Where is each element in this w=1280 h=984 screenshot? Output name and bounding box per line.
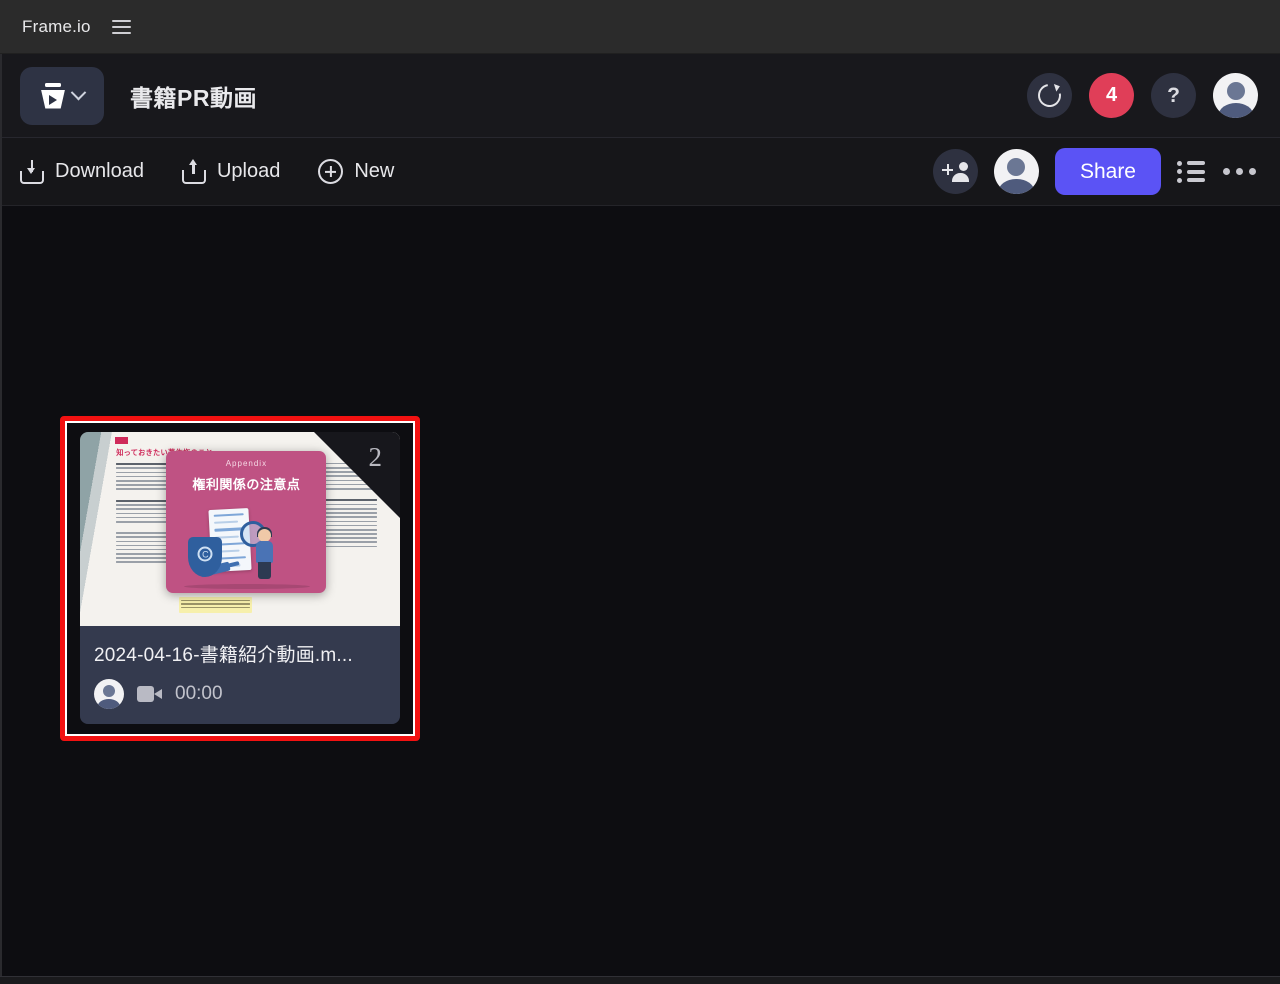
asset-card-footer: 2024-04-16-書籍紹介動画.m... 00:00	[80, 626, 400, 724]
bottom-edge-border	[0, 976, 1280, 984]
toolbar-right-actions: Share	[932, 147, 1258, 196]
header-actions: 4 ?	[1027, 73, 1258, 118]
asset-filename: 2024-04-16-書籍紹介動画.m...	[94, 645, 353, 666]
upload-icon	[181, 159, 206, 184]
page-tag	[115, 436, 129, 444]
notifications-badge[interactable]: 4	[1089, 73, 1134, 118]
page-highlight-box	[179, 597, 252, 614]
frameio-app-window: Frame.io 書籍PR動画 4 ? Download Upload New …	[0, 0, 1280, 984]
avatar	[94, 679, 124, 709]
asset-thumbnail: 知っておきたい著作権のこと Appendix 権利関係の注意点 C 2	[80, 432, 400, 626]
slide-kicker: Appendix	[225, 459, 268, 469]
project-header: 書籍PR動画 4 ?	[0, 54, 1280, 138]
more-horizontal-icon[interactable]	[1221, 162, 1258, 181]
left-edge-border	[0, 54, 2, 984]
slide-title: 権利関係の注意点	[192, 478, 301, 494]
invite-collaborator-button[interactable]	[932, 149, 978, 194]
person-illustration	[254, 527, 276, 579]
help-button[interactable]: ?	[1151, 73, 1196, 118]
refresh-icon	[1033, 79, 1066, 112]
asset-meta: 00:00	[94, 679, 386, 709]
thumbnail-slide-overlay: Appendix 権利関係の注意点 C	[166, 451, 327, 593]
share-button[interactable]: Share	[1054, 147, 1161, 196]
upload-label: Upload	[216, 160, 281, 182]
app-brand: Frame.io	[22, 16, 91, 36]
upload-button[interactable]: Upload	[181, 159, 281, 184]
add-person-icon	[942, 161, 970, 182]
refresh-button[interactable]	[1027, 73, 1072, 118]
download-button[interactable]: Download	[20, 159, 144, 184]
avatar[interactable]	[1213, 73, 1258, 118]
slide-illustration: C	[166, 499, 326, 591]
top-bar: Frame.io	[0, 0, 1280, 54]
asset-grid: 知っておきたい著作権のこと Appendix 権利関係の注意点 C 2 2024…	[0, 206, 1280, 984]
download-icon	[20, 159, 44, 184]
project-switcher-button[interactable]	[20, 66, 104, 125]
list-view-icon[interactable]	[1177, 160, 1205, 183]
asset-toolbar: Download Upload New Share	[0, 138, 1280, 206]
collaborator-avatar[interactable]	[993, 149, 1039, 194]
download-label: Download	[55, 160, 144, 182]
asset-duration: 00:00	[175, 683, 223, 704]
video-camera-icon	[137, 686, 162, 702]
hamburger-icon[interactable]	[111, 17, 132, 37]
plus-circle-icon	[318, 159, 344, 184]
page-count-badge: 2	[368, 442, 383, 472]
new-button[interactable]: New	[318, 159, 394, 184]
frameio-logo-icon	[40, 82, 66, 110]
page-title: 書籍PR動画	[130, 84, 257, 111]
new-label: New	[354, 160, 395, 182]
chevron-down-icon	[70, 84, 87, 101]
asset-card[interactable]: 知っておきたい著作権のこと Appendix 権利関係の注意点 C 2 2024…	[80, 432, 400, 724]
